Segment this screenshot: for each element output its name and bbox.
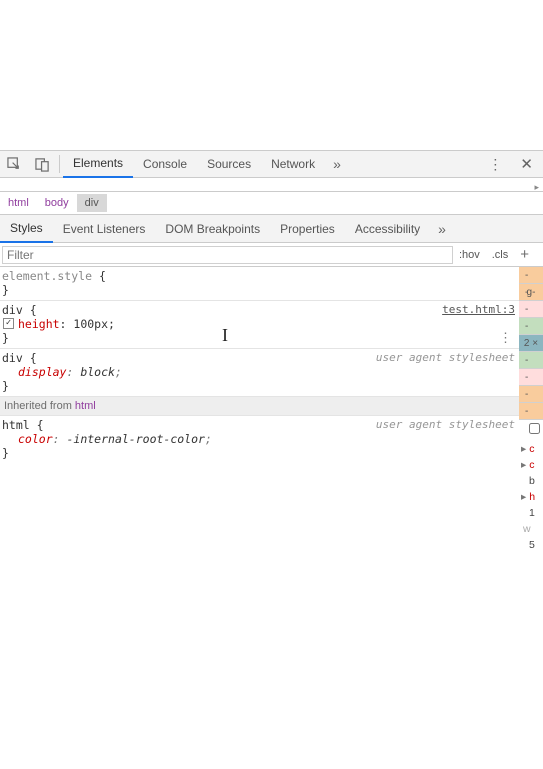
main-tab-strip: Elements Console Sources Network » [63,151,349,177]
tab-elements[interactable]: Elements [63,150,133,178]
close-devtools-icon[interactable]: ✕ [510,155,543,173]
box-margin-cell[interactable]: - [519,267,543,284]
box-margin-cell[interactable]: - [519,403,543,420]
selector: div [2,303,23,317]
inherited-from-bar: Inherited from html [0,397,519,416]
property-value: block [80,365,115,379]
subtab-event-listeners[interactable]: Event Listeners [53,215,156,243]
more-subtabs-icon[interactable]: » [430,221,454,237]
breadcrumb-div[interactable]: div [77,194,107,212]
inherited-element[interactable]: html [75,400,96,412]
box-padding-cell[interactable]: - [519,352,543,369]
box-border-cell[interactable]: - [519,369,543,386]
computed-side-strip: - -g- - - 2 × - - - - ▸ c ▸ c b ▸ h 1 w … [519,267,543,553]
selector: html [2,418,30,432]
rule-div-author[interactable]: test.html:3 div { ✓ height: 100px; } ⋮ [0,301,519,349]
ua-stylesheet-label: user agent stylesheet [376,351,515,364]
styles-filter-toolbar: :hov .cls + [0,243,543,267]
tab-console[interactable]: Console [133,150,197,178]
rule-element-style[interactable]: element.style { } [0,267,519,301]
property-name: display [18,365,66,379]
subtab-properties[interactable]: Properties [270,215,345,243]
subtab-styles[interactable]: Styles [0,215,53,243]
breadcrumb-html[interactable]: html [0,194,37,212]
styles-pane: element.style { } test.html:3 div { ✓ he… [0,267,519,553]
show-all-checkbox-row [519,420,543,437]
property-row[interactable]: ✓ height: 100px; [2,317,517,331]
ua-stylesheet-label: user agent stylesheet [376,418,515,431]
tab-network[interactable]: Network [261,150,325,178]
devtools-main-toolbar: Elements Console Sources Network » ⋮ ✕ [0,150,543,178]
tab-sources[interactable]: Sources [197,150,261,178]
text-cursor-icon: I [222,325,228,346]
device-toggle-icon[interactable] [28,151,56,177]
box-content-cell[interactable]: 2 × [519,335,543,352]
property-value: -internal-root-color [66,432,204,446]
property-value[interactable]: 100px [73,317,108,331]
breadcrumb-trail: html body div [0,192,543,215]
box-margin-cell[interactable]: - [519,386,543,403]
selector: element.style [2,269,92,283]
source-link[interactable]: test.html:3 [442,303,515,316]
hov-toggle-button[interactable]: :hov [453,249,486,261]
property-name: color [18,432,53,446]
property-enable-checkbox[interactable]: ✓ [3,318,14,329]
new-style-rule-button[interactable]: + [514,246,535,263]
box-margin-cell[interactable]: -g- [519,284,543,301]
rule-menu-icon[interactable]: ⋮ [499,331,513,346]
selector: div [2,351,23,365]
devtools-menu-icon[interactable]: ⋮ [480,156,510,173]
computed-properties-fragment: ▸ c ▸ c b ▸ h 1 w 5 [519,437,543,553]
rule-html-ua[interactable]: user agent stylesheet html { color: -int… [0,416,519,463]
subtab-accessibility[interactable]: Accessibility [345,215,430,243]
inspect-element-icon[interactable] [0,151,28,177]
breadcrumb-body[interactable]: body [37,194,77,212]
property-row: display: block; [2,365,517,379]
cls-toggle-button[interactable]: .cls [486,249,515,261]
dom-tree-collapsed-bar[interactable] [0,178,543,192]
inherited-label: Inherited from [4,400,75,412]
box-padding-cell[interactable]: - [519,318,543,335]
more-tabs-icon[interactable]: » [325,156,349,172]
styles-sub-tabstrip: Styles Event Listeners DOM Breakpoints P… [0,215,543,243]
box-border-cell[interactable]: - [519,301,543,318]
property-name[interactable]: height [18,317,60,331]
subtab-dom-breakpoints[interactable]: DOM Breakpoints [155,215,270,243]
property-row: color: -internal-root-color; [2,432,517,446]
styles-filter-input[interactable] [2,246,453,264]
rule-div-ua[interactable]: user agent stylesheet div { display: blo… [0,349,519,397]
show-all-checkbox[interactable] [528,423,541,434]
